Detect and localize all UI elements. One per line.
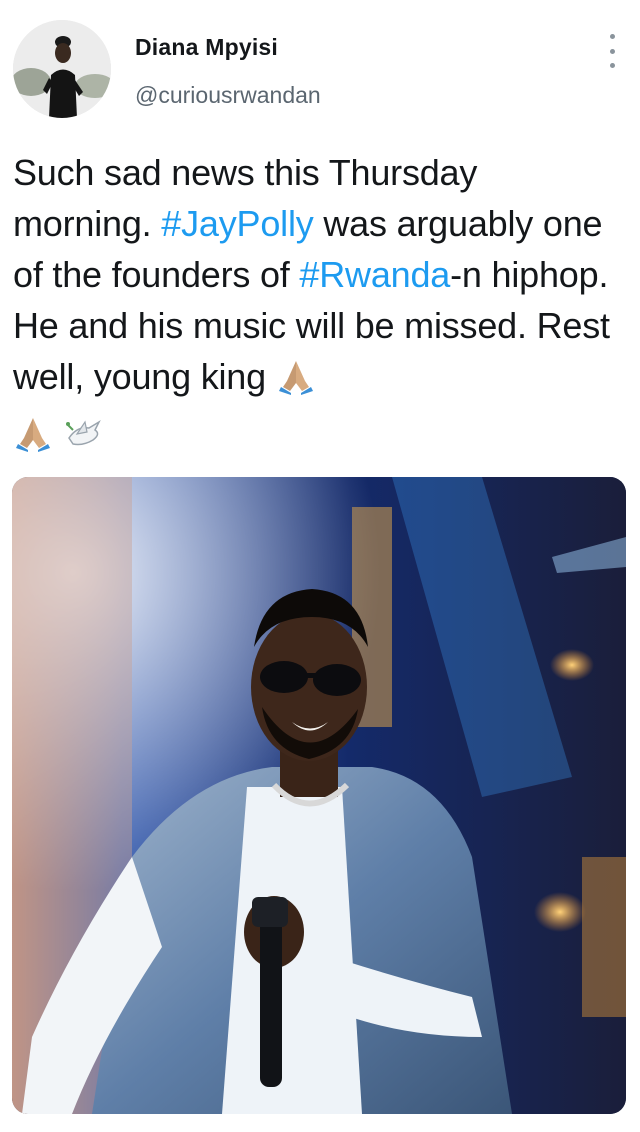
folded-hands-icon — [13, 414, 53, 465]
ellipsis-dot — [609, 63, 615, 68]
avatar-image — [13, 20, 111, 118]
tweet-text: Such sad news this Thursday morning. #Ja… — [13, 147, 623, 465]
avatar[interactable] — [13, 20, 111, 118]
vertical-ellipsis-icon — [609, 34, 615, 39]
hashtag-link[interactable]: #JayPolly — [161, 203, 313, 244]
display-name[interactable]: Diana Mpyisi — [135, 34, 278, 61]
tweet-photo[interactable] — [12, 477, 626, 1114]
performer-photo — [12, 477, 626, 1114]
hashtag-link[interactable]: #Rwanda — [299, 254, 450, 295]
tweet-card[interactable]: Diana Mpyisi @curiousrwandan Such sad ne… — [0, 0, 640, 1132]
folded-hands-icon — [276, 357, 316, 408]
user-handle[interactable]: @curiousrwandan — [135, 82, 321, 109]
more-options-button[interactable] — [600, 34, 624, 68]
dove-icon — [63, 414, 105, 465]
ellipsis-dot — [609, 48, 615, 54]
